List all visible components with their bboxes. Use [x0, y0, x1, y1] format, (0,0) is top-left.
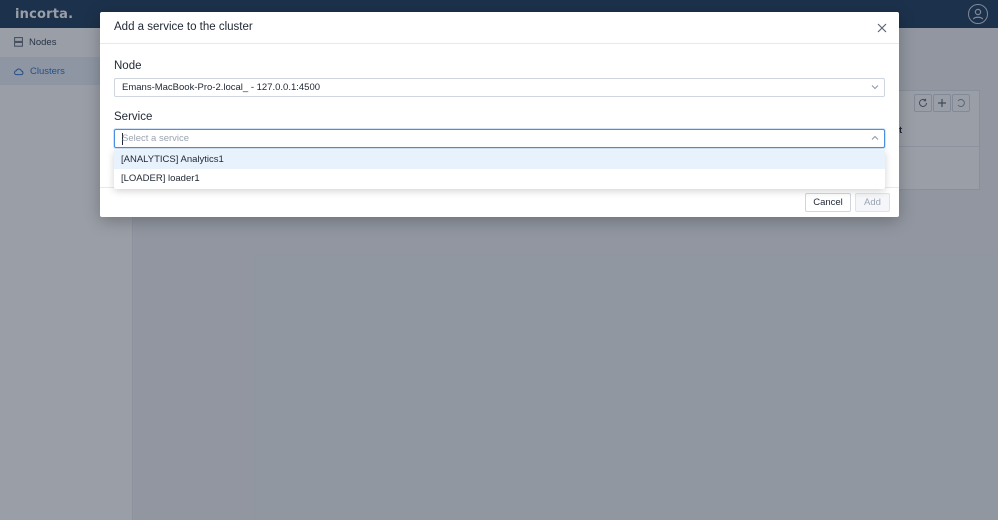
service-select[interactable]: Select a service [114, 129, 885, 148]
dialog-title: Add a service to the cluster [114, 21, 253, 33]
dialog-header: Add a service to the cluster [100, 12, 899, 44]
service-option[interactable]: [LOADER] loader1 [114, 169, 885, 188]
cancel-button[interactable]: Cancel [805, 193, 851, 212]
node-select[interactable]: Emans-MacBook-Pro-2.local_ - 127.0.0.1:4… [114, 78, 885, 97]
node-select-value: Emans-MacBook-Pro-2.local_ - 127.0.0.1:4… [122, 82, 321, 93]
service-select-placeholder: Select a service [122, 133, 190, 144]
service-option[interactable]: [ANALYTICS] Analytics1 [114, 150, 885, 169]
service-options-list: [ANALYTICS] Analytics1 [LOADER] loader1 [114, 150, 885, 189]
dialog-footer [100, 187, 899, 217]
close-button[interactable] [876, 22, 888, 34]
chevron-down-icon [871, 85, 879, 90]
chevron-up-icon [871, 135, 879, 140]
service-label: Service [114, 111, 153, 123]
add-service-dialog: Add a service to the cluster Node Emans-… [100, 12, 899, 217]
add-button[interactable]: Add [855, 193, 890, 212]
close-icon [877, 23, 887, 33]
node-label: Node [114, 60, 142, 72]
